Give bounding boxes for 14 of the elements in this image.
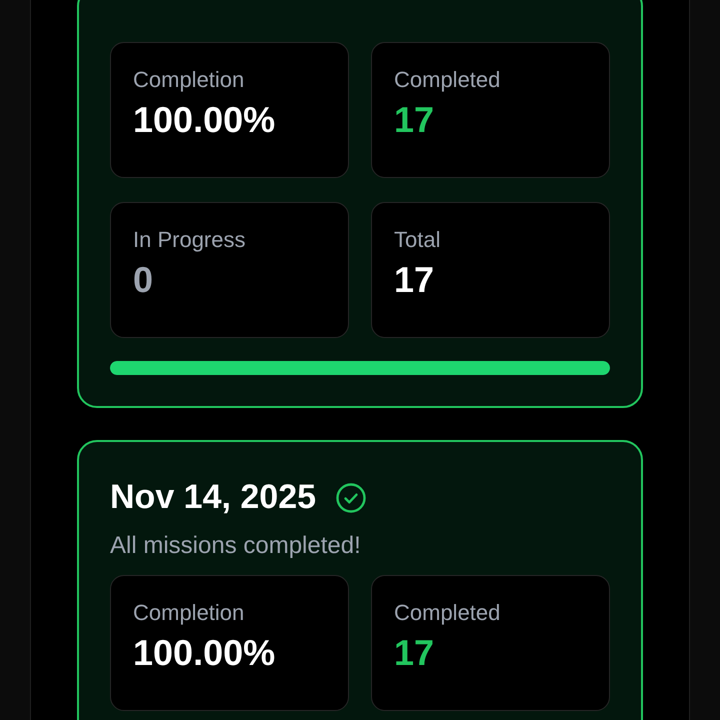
- stat-label: In Progress: [133, 227, 246, 253]
- stat-label: Total: [394, 227, 442, 253]
- status-text: All missions completed!: [110, 531, 362, 561]
- stat-value: 100.00%: [133, 99, 276, 141]
- stat-label: Completed: [394, 67, 502, 93]
- stat-value: 17: [394, 632, 436, 674]
- stat-value: 100.00%: [133, 632, 276, 674]
- stat-label: Completion: [133, 67, 246, 93]
- stat-value: 0: [133, 259, 154, 301]
- stat-value: 17: [394, 99, 436, 141]
- day-title: Nov 14, 2025: [110, 478, 316, 517]
- stat-label: Completion: [133, 600, 246, 626]
- stat-label: Completed: [394, 600, 502, 626]
- stat-value: 17: [394, 259, 436, 301]
